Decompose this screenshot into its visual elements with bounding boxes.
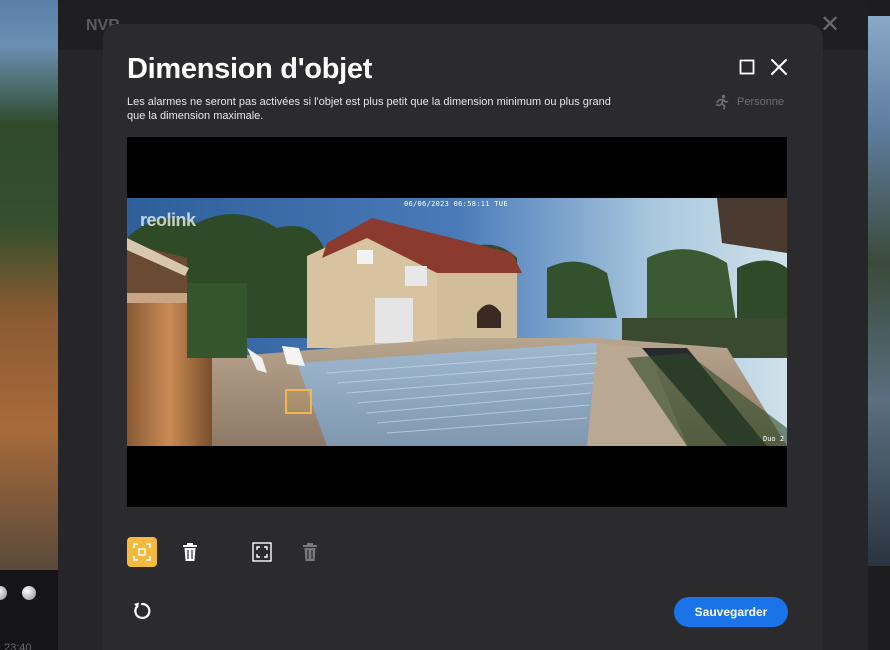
reset-icon [134, 602, 151, 620]
max-size-tool-button[interactable] [247, 537, 277, 567]
delete-max-size-button[interactable] [295, 537, 325, 567]
reset-button[interactable] [130, 599, 154, 623]
background-camera-thumbnail-right [868, 16, 890, 566]
maximize-button[interactable] [735, 55, 759, 79]
min-size-frame-icon [133, 543, 151, 561]
dialog-description: Les alarmes ne seront pas activées si l'… [127, 96, 611, 122]
maximize-icon [739, 59, 755, 75]
save-button[interactable]: Sauvegarder [674, 597, 788, 627]
background-toggle-knob [22, 586, 36, 600]
object-type-indicator: Personne [713, 94, 784, 110]
trash-icon [183, 543, 197, 561]
background-camera-thumbnail-left [0, 0, 58, 570]
object-type-label: Personne [737, 96, 785, 108]
object-size-dialog: Dimension d'objet Les alarmes ne seront … [103, 24, 823, 650]
min-size-tool-button[interactable] [127, 537, 157, 567]
running-person-icon [715, 94, 729, 110]
backyard-pool-scene [127, 198, 787, 446]
dialog-title: Dimension d'objet [127, 53, 373, 85]
trash-icon-disabled [303, 543, 317, 561]
background-time-label: 23:40 [4, 642, 32, 650]
camera-scene-image: 06/06/2023 06:58:11 TUE reolink Duo 2 [127, 198, 787, 446]
background-toggle-knob [0, 586, 7, 600]
background-bottom-strip [0, 570, 58, 650]
delete-min-size-button[interactable] [175, 537, 205, 567]
max-size-frame-icon [252, 542, 272, 562]
close-button[interactable] [767, 55, 791, 79]
background-toggle-controls [0, 586, 58, 606]
close-icon [771, 59, 787, 75]
camera-preview[interactable]: 06/06/2023 06:58:11 TUE reolink Duo 2 [127, 137, 787, 507]
camera-brand-watermark: reolink [140, 210, 196, 230]
background-close-icon[interactable]: ✕ [820, 13, 840, 37]
camera-model-label: Duo 2 [763, 435, 785, 443]
min-size-selection-box[interactable] [285, 389, 312, 414]
camera-timestamp: 06/06/2023 06:58:11 TUE [404, 200, 508, 208]
